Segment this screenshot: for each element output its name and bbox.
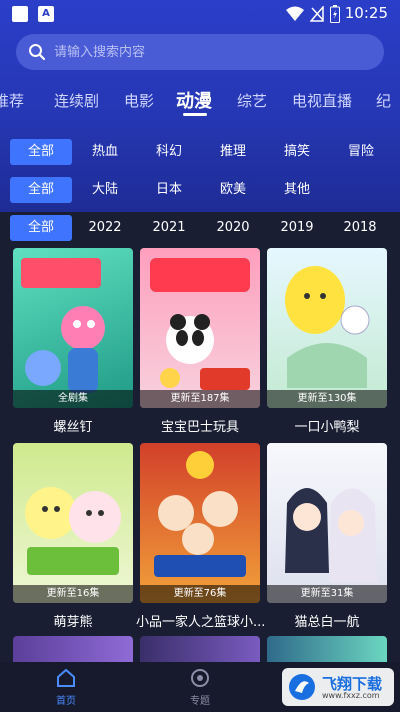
- poster-art: [25, 487, 121, 575]
- poster-art: [285, 488, 377, 583]
- search-input[interactable]: [54, 34, 374, 70]
- year-2020[interactable]: 2020: [213, 215, 253, 241]
- video-title[interactable]: 猫总白一航: [263, 611, 391, 630]
- notification-icon: [12, 6, 28, 22]
- tab-documentary[interactable]: 纪: [376, 90, 391, 111]
- region-mainland[interactable]: 大陆: [88, 177, 122, 203]
- app-notification-icon: A: [38, 6, 54, 22]
- video-title[interactable]: 一口小鸭梨: [263, 416, 391, 435]
- episode-badge: 全剧集: [13, 390, 133, 408]
- video-title[interactable]: 小品一家人之篮球小...: [136, 611, 264, 630]
- watermark: 飞翔下载 www.fxxz.com: [282, 668, 394, 706]
- tab-movies[interactable]: 电影: [124, 90, 154, 111]
- video-title[interactable]: 螺丝钉: [9, 416, 137, 435]
- year-filter: 全部 2022 2021 2020 2019 2018: [0, 215, 400, 241]
- poster-yikou-xiaoyali[interactable]: 更新至130集: [267, 248, 387, 408]
- genre-all[interactable]: 全部: [10, 139, 72, 165]
- poster-xiaopin-basketball[interactable]: 更新至76集: [140, 443, 260, 603]
- status-icons: [286, 5, 340, 23]
- year-all[interactable]: 全部: [10, 215, 72, 241]
- year-2019[interactable]: 2019: [277, 215, 317, 241]
- search-bar[interactable]: [16, 34, 384, 70]
- episode-badge: 更新至31集: [267, 585, 387, 603]
- nav-topics-label: 专题: [190, 696, 210, 707]
- year-2022[interactable]: 2022: [85, 215, 125, 241]
- watermark-url: www.fxxz.com: [322, 691, 380, 700]
- tab-variety[interactable]: 综艺: [237, 90, 267, 111]
- fxxz-logo-icon: [289, 674, 315, 700]
- genre-adventure[interactable]: 冒险: [344, 139, 378, 165]
- nav-home-label: 首页: [56, 696, 76, 707]
- year-2018[interactable]: 2018: [340, 215, 380, 241]
- home-icon: [57, 668, 75, 687]
- tab-recommend[interactable]: 推荐: [0, 90, 24, 111]
- genre-filter: 全部 热血 科幻 推理 搞笑 冒险: [0, 139, 400, 165]
- no-signal-icon: [310, 6, 324, 22]
- search-icon: [29, 44, 46, 61]
- tab-series[interactable]: 连续剧: [54, 90, 99, 111]
- year-2021[interactable]: 2021: [149, 215, 189, 241]
- genre-scifi[interactable]: 科幻: [152, 139, 186, 165]
- poster-luosiding[interactable]: 全剧集: [13, 248, 133, 408]
- nav-topics[interactable]: 专题: [170, 668, 230, 707]
- battery-icon: [330, 5, 340, 23]
- video-title[interactable]: 萌芽熊: [9, 611, 137, 630]
- video-card-partial[interactable]: [13, 636, 133, 662]
- video-card-partial[interactable]: [267, 636, 387, 662]
- poster-art: [285, 266, 370, 388]
- status-bar: A 10:25: [0, 0, 400, 28]
- compass-icon: [191, 669, 209, 687]
- video-card-partial[interactable]: [140, 636, 260, 662]
- episode-badge: 更新至76集: [140, 585, 260, 603]
- poster-art: [21, 258, 105, 393]
- poster-art: [154, 451, 246, 577]
- wifi-icon: [286, 6, 304, 21]
- region-japan[interactable]: 日本: [152, 177, 186, 203]
- poster-babybus-toys[interactable]: 更新至187集: [140, 248, 260, 408]
- episode-badge: 更新至187集: [140, 390, 260, 408]
- region-filter: 全部 大陆 日本 欧美 其他: [0, 177, 400, 203]
- genre-mystery[interactable]: 推理: [216, 139, 250, 165]
- tab-anime[interactable]: 动漫: [176, 87, 212, 113]
- episode-badge: 更新至130集: [267, 390, 387, 408]
- region-all[interactable]: 全部: [10, 177, 72, 203]
- poster-art: [150, 258, 250, 390]
- clock: 10:25: [344, 4, 388, 22]
- region-west[interactable]: 欧美: [216, 177, 250, 203]
- region-other[interactable]: 其他: [280, 177, 314, 203]
- nav-home[interactable]: 首页: [36, 668, 96, 707]
- poster-mengya-bear[interactable]: 更新至16集: [13, 443, 133, 603]
- genre-hot-blood[interactable]: 热血: [88, 139, 122, 165]
- tab-tv-live[interactable]: 电视直播: [292, 90, 352, 111]
- video-title[interactable]: 宝宝巴士玩具: [136, 416, 264, 435]
- poster-maozong-baiyihang[interactable]: 更新至31集: [267, 443, 387, 603]
- genre-comedy[interactable]: 搞笑: [280, 139, 314, 165]
- episode-badge: 更新至16集: [13, 585, 133, 603]
- active-tab-indicator: [183, 113, 207, 116]
